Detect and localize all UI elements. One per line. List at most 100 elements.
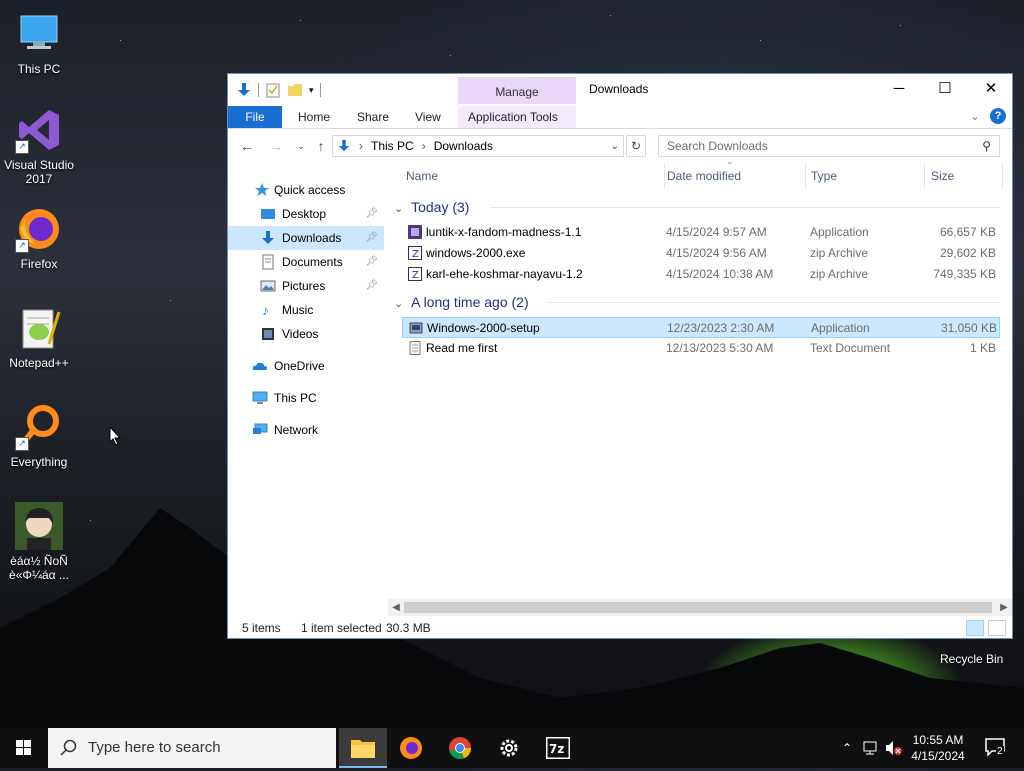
group-label: Today (3) [411,199,470,215]
action-center-button[interactable]: 2 [984,736,1006,758]
file-name: luntik-x-fandom-madness-1.1 [426,225,582,239]
customize-qat-chevron-icon[interactable]: ▾ [309,85,314,96]
sidebar-item-desktop[interactable]: Desktop 📌︎ [228,202,384,226]
sidebar-item-videos[interactable]: Videos [228,322,384,346]
sidebar-item-label: Music [282,303,314,317]
table-row[interactable]: Z karl-ehe-koshmar-nayavu-1.2 4/15/2024 … [402,264,1000,285]
column-header-size[interactable]: Size [931,162,954,190]
tab-manage[interactable]: Manage [458,77,576,104]
sidebar-item-network[interactable]: Network [228,418,384,442]
minimize-button[interactable]: ─ [876,74,922,104]
column-divider[interactable] [664,164,665,188]
horizontal-scrollbar[interactable]: ◀ ▶ [388,599,1012,616]
sidebar-item-label: Network [274,423,319,437]
file-list: Name Date modified ⌄ Type Size ⌄ Today (… [388,156,1006,602]
scrollbar-thumb[interactable] [404,602,992,613]
desktop-icon-notepad-plus-plus[interactable]: Notepad++ [0,304,78,370]
up-arrow-icon[interactable]: ↑ [311,136,331,156]
everything-icon: ↗ [15,403,63,451]
back-arrow-icon[interactable]: ← [237,136,257,156]
file-explorer-window: ▾ Manage Downloads ─ ☐ ✕ File Home Share… [227,73,1013,639]
group-header-today[interactable]: ⌄ Today (3) [394,197,1000,217]
desktop-icon-label: Everything [10,455,68,469]
help-icon[interactable]: ? [990,108,1006,124]
file-date: 4/15/2024 10:38 AM [666,267,774,281]
chrome-icon [449,737,472,760]
desktop-icon-visual-studio[interactable]: ↗ Visual Studio 2017 [0,106,78,186]
sidebar-item-label: This PC [274,391,317,405]
tab-application-tools[interactable]: Application Tools [458,106,576,128]
start-button[interactable] [0,728,48,768]
taskbar-7zip[interactable]: 7z [534,728,582,768]
pin-icon: 📌︎ [365,280,378,291]
file-name: windows-2000.exe [426,246,526,260]
column-header-name[interactable]: Name [406,162,438,190]
new-folder-icon[interactable] [287,82,303,98]
expand-ribbon-chevron-icon[interactable]: ⌄ [970,109,980,123]
sidebar-item-this-pc[interactable]: This PC [228,386,384,410]
breadcrumb-downloads[interactable]: Downloads [434,139,493,153]
taskbar-search-input[interactable]: Type here to search [48,728,336,768]
show-hidden-icons-chevron-icon[interactable]: ⌃ [838,728,856,768]
7zip-icon: 7z [546,737,570,759]
navigation-pane: Quick access Desktop 📌︎ Downloads 📌︎ Doc… [228,172,386,604]
desktop-icon-shortcut[interactable]: èáα½ ÑoÑ è«Φ¼áα ... [0,502,78,582]
file-date: 4/15/2024 9:57 AM [666,225,767,239]
table-row[interactable]: Read me first 12/13/2023 5:30 AM Text Do… [402,338,1000,359]
address-bar[interactable]: › This PC › Downloads ⌄ [332,135,624,157]
desktop-icon-this-pc[interactable]: This PC [0,10,78,76]
volume-muted-icon[interactable] [884,728,902,768]
refresh-icon[interactable]: ↻ [626,135,646,157]
zip-archive-icon: Z [408,246,422,260]
tab-file[interactable]: File [228,106,282,128]
details-view-icon[interactable] [966,620,984,636]
taskbar-firefox[interactable] [387,728,435,768]
sidebar-item-quick-access[interactable]: Quick access [228,178,384,202]
taskbar-chrome[interactable] [436,728,484,768]
sidebar-item-downloads[interactable]: Downloads 📌︎ [228,226,384,250]
search-placeholder: Search Downloads [667,139,768,153]
search-input[interactable]: Search Downloads ⚲ [658,135,1000,157]
sidebar-item-pictures[interactable]: Pictures 📌︎ [228,274,384,298]
column-divider[interactable] [805,164,806,188]
sidebar-item-music[interactable]: ♪ Music [228,298,384,322]
column-header-type[interactable]: Type [811,162,837,190]
taskbar-settings[interactable] [485,728,533,768]
desktop-icon-label: This PC [17,62,61,76]
maximize-button[interactable]: ☐ [922,74,968,104]
download-arrow-icon[interactable] [236,82,252,98]
group-header-a-long-time-ago[interactable]: ⌄ A long time ago (2) [394,292,1000,312]
network-status-icon[interactable] [862,728,880,768]
firefox-icon [400,737,422,759]
tab-share[interactable]: Share [347,106,399,128]
column-divider[interactable] [1002,164,1003,188]
setup-application-icon [409,322,423,334]
search-icon: ⚲ [982,139,991,153]
forward-arrow-icon[interactable]: → [266,136,286,156]
taskbar-search-placeholder: Type here to search [88,739,221,756]
taskbar-clock[interactable]: 10:55 AM 4/15/2024 [902,732,974,764]
scroll-right-arrow-icon[interactable]: ▶ [996,599,1012,616]
desktop-icon-firefox[interactable]: ↗ Firefox [0,205,78,271]
desktop-icon-everything[interactable]: ↗ Everything [0,403,78,469]
sidebar-item-onedrive[interactable]: OneDrive [228,354,384,378]
address-dropdown-chevron-icon[interactable]: ⌄ [611,141,619,152]
breadcrumb-this-pc[interactable]: This PC [371,139,414,153]
recent-locations-chevron-icon[interactable]: ⌄ [291,136,311,156]
taskbar-file-explorer[interactable] [339,728,387,768]
table-row[interactable]: Windows-2000-setup 12/23/2023 2:30 AM Ap… [402,317,1000,338]
sidebar-item-documents[interactable]: Documents 📌︎ [228,250,384,274]
application-icon [408,225,422,239]
large-icons-view-icon[interactable] [988,620,1006,636]
recycle-bin-label[interactable]: Recycle Bin [940,652,1003,666]
tab-view[interactable]: View [405,106,451,128]
properties-icon[interactable] [265,82,281,98]
table-row[interactable]: luntik-x-fandom-madness-1.1 4/15/2024 9:… [402,222,1000,243]
tab-home[interactable]: Home [288,106,340,128]
column-divider[interactable] [924,164,925,188]
table-row[interactable]: Z windows-2000.exe 4/15/2024 9:56 AM zip… [402,243,1000,264]
close-button[interactable]: ✕ [968,74,1014,104]
videos-icon [262,328,274,340]
scroll-left-arrow-icon[interactable]: ◀ [388,599,404,616]
file-type: Text Document [810,341,891,355]
